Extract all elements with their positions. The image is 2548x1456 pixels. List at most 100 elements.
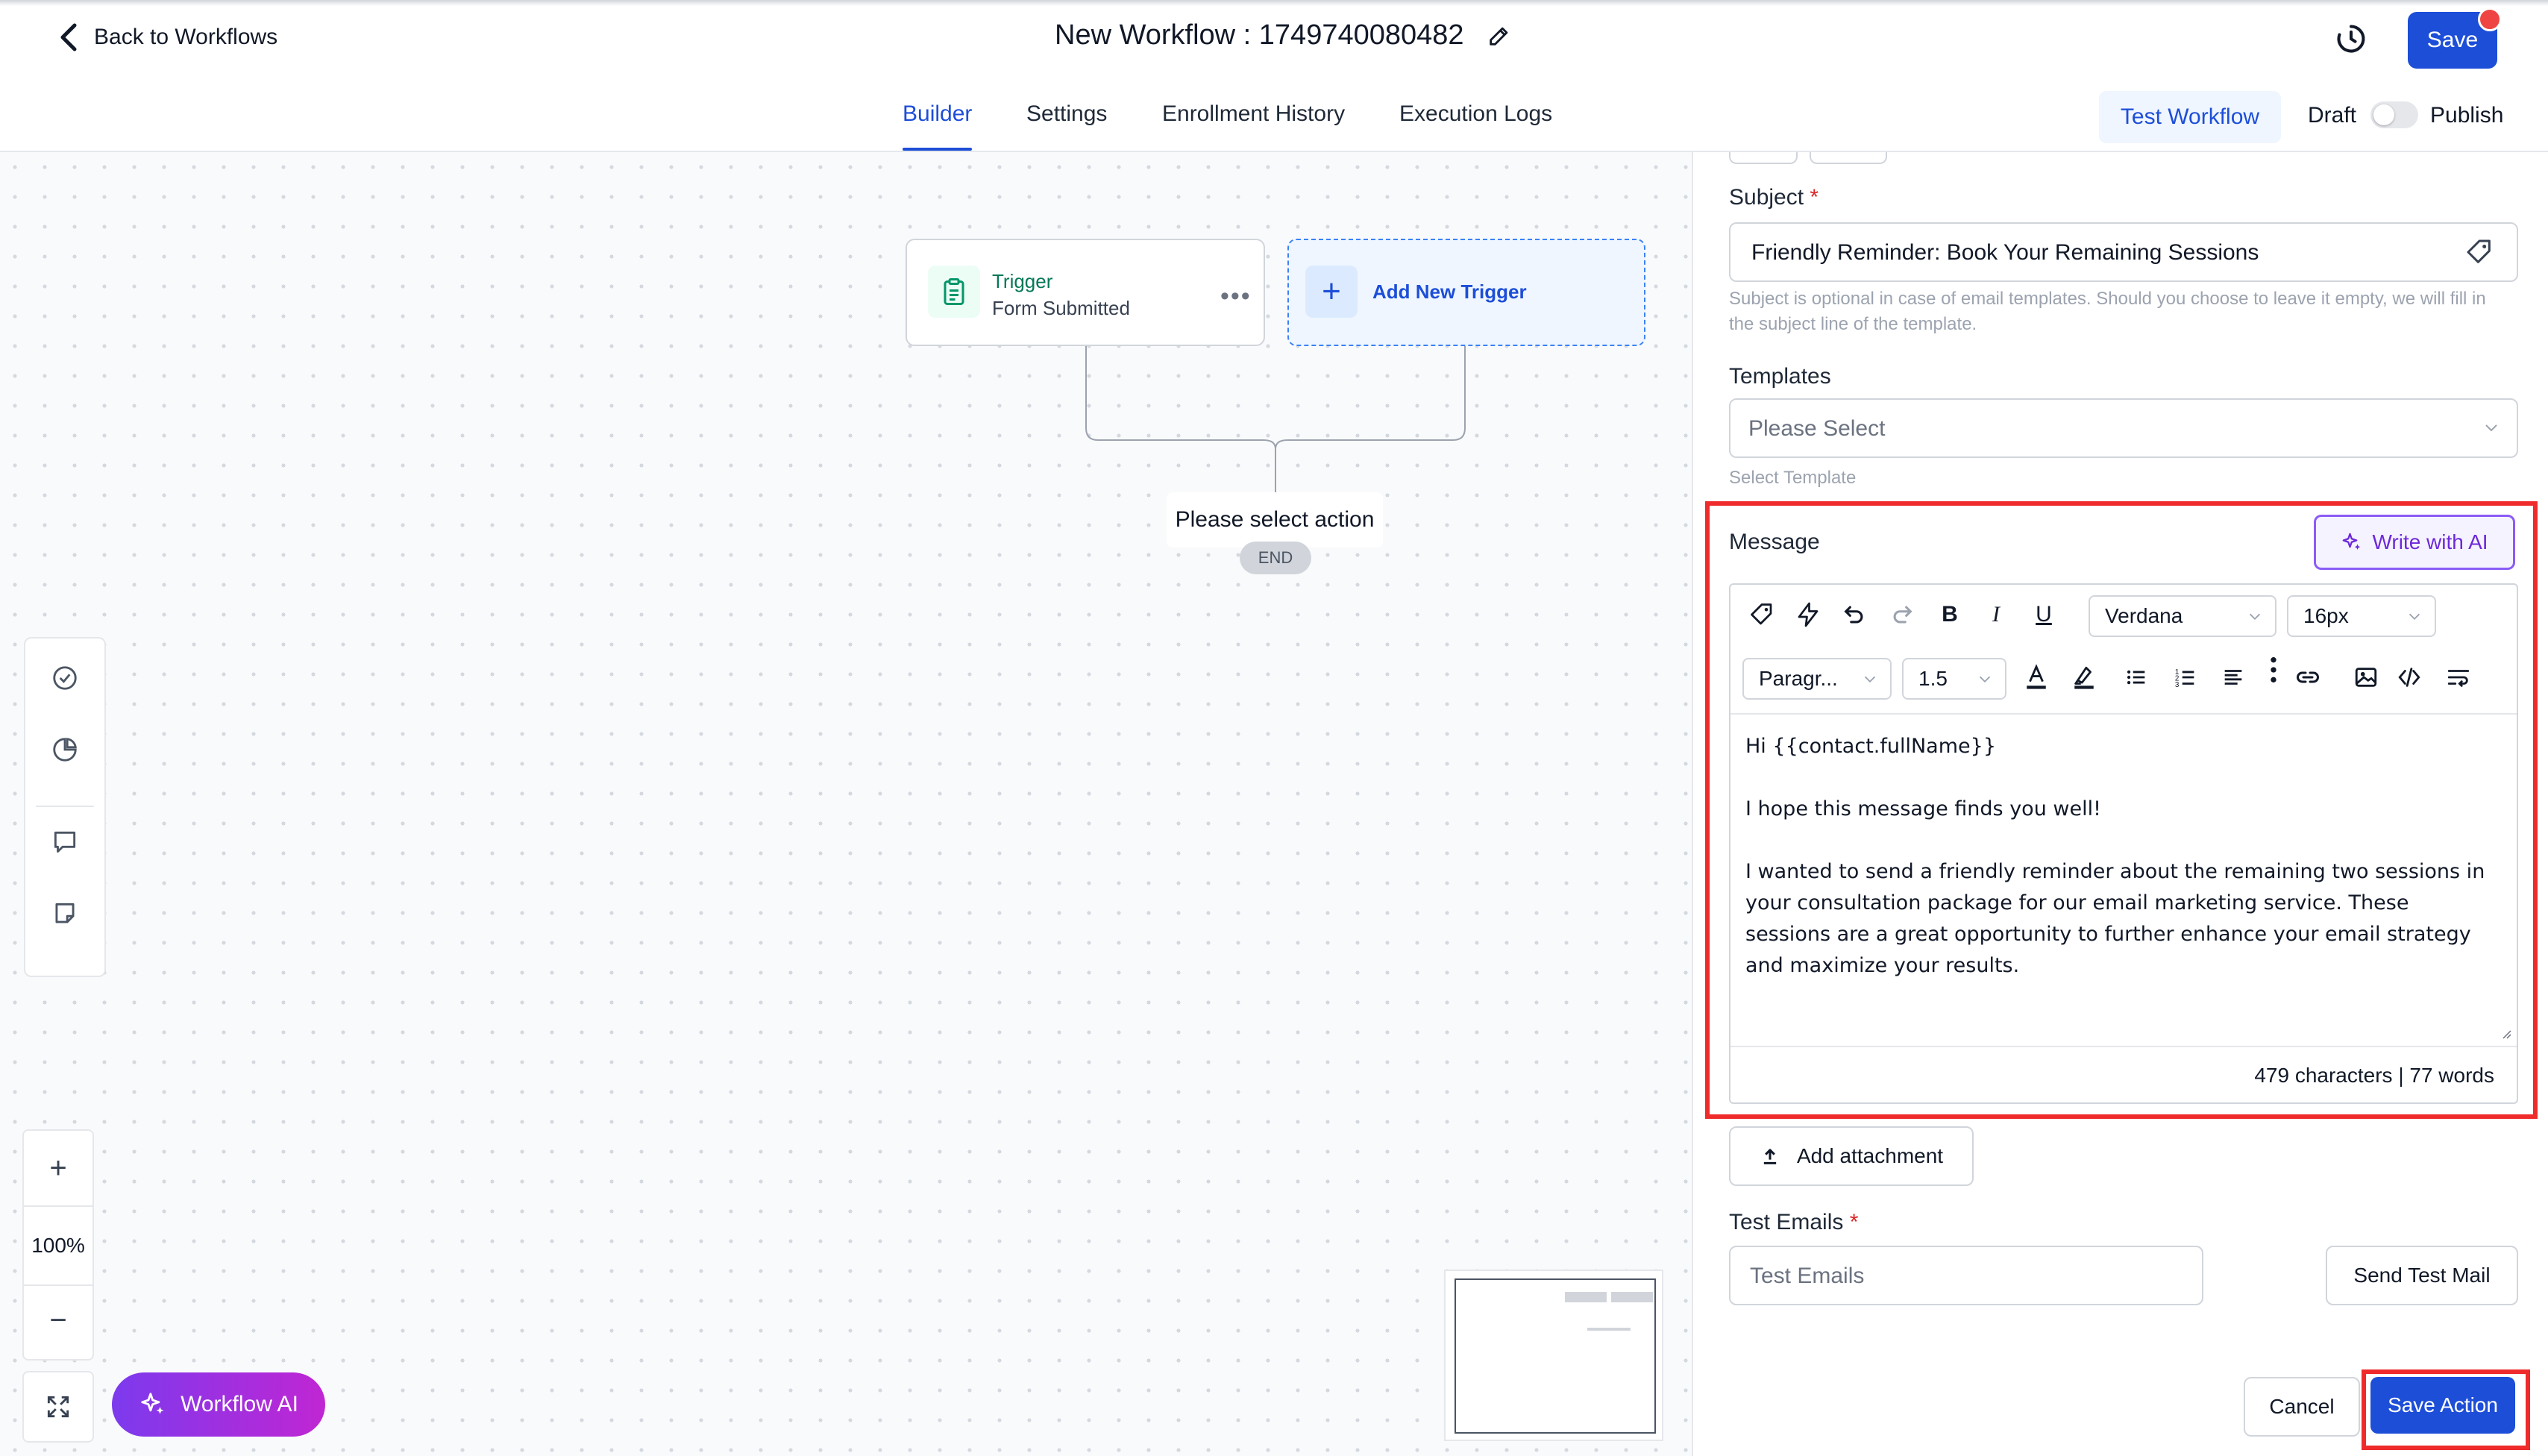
trigger-title: Trigger	[992, 270, 1053, 292]
cancel-button[interactable]: Cancel	[2244, 1377, 2360, 1437]
save-label: Save	[2426, 28, 2479, 52]
top-shadow	[0, 0, 2548, 6]
select-action-node[interactable]: Please select action	[1167, 492, 1383, 547]
tab-settings[interactable]: Settings	[1026, 101, 1107, 127]
history-button[interactable]	[2335, 22, 2367, 55]
message-editor[interactable]: B I U Verdana 16px Paragr... 1.5 1 2 3 H…	[1729, 583, 2518, 1104]
back-label: Back to Workflows	[94, 25, 278, 49]
write-with-ai-button[interactable]: Write with AI	[2314, 515, 2515, 570]
chevron-left-icon	[60, 23, 77, 51]
canvas-side-toolbar	[24, 637, 106, 977]
subject-hint: Subject is optional in case of email tem…	[1729, 289, 2486, 334]
minimap[interactable]	[1444, 1270, 1663, 1441]
message-paragraph: I hope this message finds you well!	[1745, 797, 2101, 820]
bold-icon[interactable]: B	[1935, 600, 1965, 630]
more-options-icon[interactable]: •••	[1220, 282, 1252, 311]
lightning-icon[interactable]	[1793, 600, 1823, 630]
test-emails-placeholder: Test Emails	[1750, 1264, 1865, 1288]
tab-builder[interactable]: Builder	[903, 101, 973, 151]
resize-handle-icon[interactable]	[2499, 1026, 2512, 1040]
text-wrap-icon[interactable]	[2444, 662, 2473, 692]
undo-icon[interactable]	[1839, 600, 1869, 630]
chevron-down-icon	[2406, 606, 2423, 630]
workflow-ai-label: Workflow AI	[181, 1392, 298, 1416]
publish-toggle[interactable]	[2370, 101, 2418, 128]
templates-placeholder: Please Select	[1748, 416, 1886, 441]
message-paragraph: Hi {{contact.fullName}}	[1745, 735, 1996, 758]
tabs-bar: Builder Settings Enrollment History Exec…	[0, 78, 2548, 152]
subject-input[interactable]: Friendly Reminder: Book Your Remaining S…	[1729, 222, 2518, 282]
italic-icon[interactable]: I	[1981, 600, 2011, 630]
subject-label-text: Subject	[1729, 185, 1804, 210]
save-action-button[interactable]: Save Action	[2370, 1377, 2515, 1434]
pencil-icon[interactable]	[1487, 23, 1512, 48]
minimap-node	[1587, 1328, 1631, 1331]
line-height-select[interactable]: 1.5	[1902, 658, 2006, 700]
required-mark: *	[1810, 185, 1819, 210]
underline-icon[interactable]: U	[2029, 600, 2059, 630]
plus-icon: +	[1305, 266, 1358, 318]
comment-icon[interactable]	[48, 825, 82, 859]
fit-view-button[interactable]	[22, 1371, 94, 1443]
redo-icon[interactable]	[1887, 600, 1917, 630]
zoom-level: 100%	[24, 1205, 92, 1286]
message-body[interactable]: Hi {{contact.fullName}} I hope this mess…	[1745, 731, 2499, 1013]
toggle-knob	[2373, 104, 2394, 125]
more-vertical-icon[interactable]	[2259, 655, 2288, 685]
test-emails-label-text: Test Emails	[1729, 1210, 1844, 1234]
zoom-out-button[interactable]: −	[24, 1283, 92, 1358]
tag-icon[interactable]	[1747, 600, 1777, 630]
sparkle-icon	[141, 1393, 164, 1414]
workflow-canvas[interactable]: Trigger Form Submitted ••• + Add New Tri…	[0, 152, 1692, 1456]
tab-enrollment-history[interactable]: Enrollment History	[1162, 101, 1345, 127]
back-to-workflows-link[interactable]: Back to Workflows	[58, 22, 277, 52]
tab-execution-logs[interactable]: Execution Logs	[1399, 101, 1552, 127]
check-circle-icon[interactable]	[48, 661, 82, 695]
character-counter-text: 479 characters | 77 words	[2254, 1064, 2494, 1087]
chevron-down-icon	[2247, 606, 2263, 630]
tag-icon[interactable]	[2464, 237, 2494, 267]
bullet-list-icon[interactable]	[2121, 662, 2151, 692]
editor-toolbar-row-1: B I U Verdana 16px	[1730, 585, 2517, 646]
workflow-ai-button[interactable]: Workflow AI	[112, 1372, 325, 1437]
action-config-panel: Subject * Friendly Reminder: Book Your R…	[1692, 152, 2548, 1456]
text-color-icon[interactable]	[2021, 662, 2051, 692]
send-test-mail-button[interactable]: Send Test Mail	[2326, 1246, 2518, 1305]
history-icon	[2337, 25, 2365, 53]
svg-text:3: 3	[2175, 681, 2180, 689]
save-button[interactable]: Save	[2408, 7, 2502, 69]
block-format-value: Paragr...	[1759, 667, 1838, 690]
required-mark: *	[1849, 1210, 1859, 1234]
zoom-in-button[interactable]: +	[24, 1131, 92, 1205]
panel-stub	[1810, 152, 1887, 164]
test-workflow-button[interactable]: Test Workflow	[2099, 91, 2281, 143]
editor-toolbar-row-2: Paragr... 1.5 123	[1730, 646, 2517, 715]
templates-label: Templates	[1729, 364, 1831, 389]
workflow-title: New Workflow : 1749740080482	[1055, 19, 1512, 51]
highlight-icon[interactable]	[2069, 662, 2099, 692]
numbered-list-icon[interactable]: 123	[2171, 662, 2200, 692]
trigger-card[interactable]: Trigger Form Submitted •••	[906, 239, 1265, 346]
upload-icon	[1763, 1149, 1777, 1164]
subject-value: Friendly Reminder: Book Your Remaining S…	[1751, 240, 2259, 265]
character-counter: 479 characters | 77 words	[1730, 1046, 2517, 1102]
pie-chart-icon[interactable]	[48, 732, 82, 767]
align-icon[interactable]	[2218, 662, 2248, 692]
test-emails-label: Test Emails *	[1729, 1210, 1858, 1235]
draft-label: Draft	[2308, 103, 2357, 128]
sticky-note-icon[interactable]	[48, 897, 82, 931]
test-emails-input[interactable]: Test Emails	[1729, 1246, 2203, 1305]
font-family-select[interactable]: Verdana	[2089, 595, 2276, 637]
font-size-select[interactable]: 16px	[2287, 595, 2436, 637]
zoom-controls: + 100% −	[22, 1129, 94, 1361]
templates-select[interactable]: Please Select	[1729, 398, 2518, 458]
link-icon[interactable]	[2293, 662, 2323, 692]
image-icon[interactable]	[2351, 662, 2381, 692]
block-format-select[interactable]: Paragr...	[1742, 658, 1892, 700]
minimap-node	[1611, 1292, 1653, 1302]
add-attachment-label: Add attachment	[1796, 1144, 1944, 1167]
code-icon[interactable]	[2394, 662, 2424, 692]
add-new-trigger-button[interactable]: + Add New Trigger	[1287, 239, 1645, 346]
subject-label: Subject *	[1729, 185, 1819, 210]
add-attachment-button[interactable]: Add attachment	[1729, 1126, 1974, 1186]
